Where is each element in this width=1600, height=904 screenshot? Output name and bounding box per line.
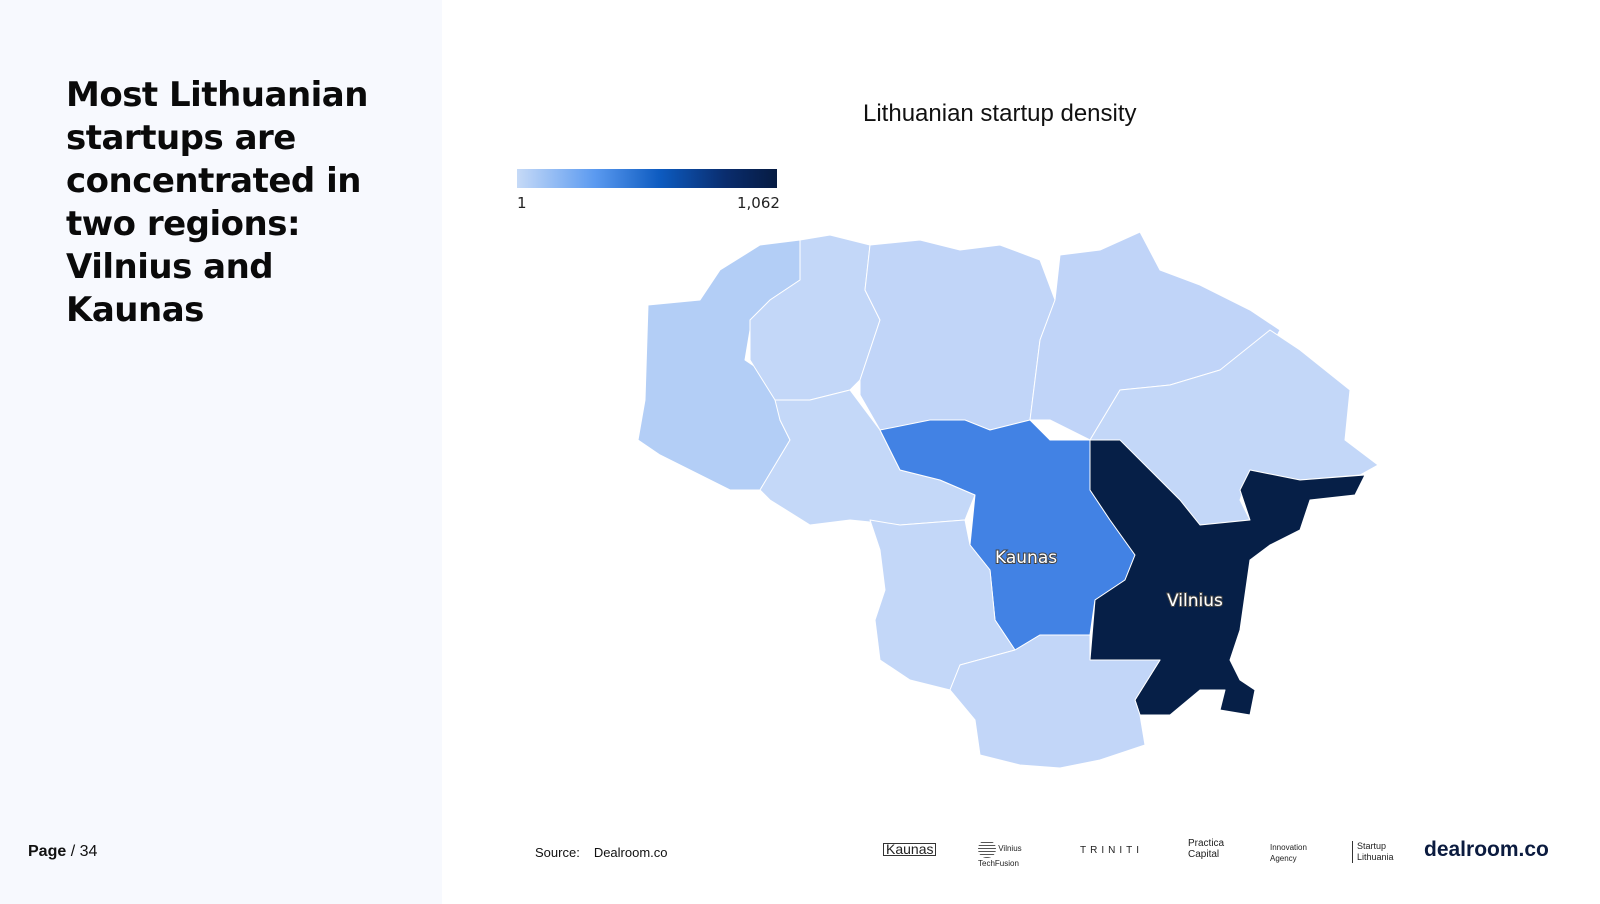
logo-triniti: TRINITI <box>1080 845 1143 856</box>
region-siauliai[interactable] <box>859 239 1056 431</box>
map-label-kaunas: Kaunas <box>995 548 1057 568</box>
logo-kaunas: Kaunas <box>883 842 937 856</box>
logo-dealroom: dealroom.co <box>1424 838 1549 861</box>
techfusion-icon <box>978 840 996 858</box>
lithuania-map: Kaunas Vilnius <box>637 231 1379 769</box>
logo-innovation-agency: Innovation Agency <box>1270 843 1307 863</box>
source-value: Dealroom.co <box>593 845 668 860</box>
source-note: Source: Dealroom.co <box>535 845 668 860</box>
map-label-vilnius: Vilnius <box>1167 591 1223 611</box>
source-label: Source: <box>535 845 580 860</box>
logo-practica-capital: Practica Capital <box>1188 838 1225 860</box>
logo-vilnius-techfusion: Vilnius TechFusion <box>978 840 1058 869</box>
logo-startup-lithuania: Startup Lithuania <box>1352 841 1407 863</box>
